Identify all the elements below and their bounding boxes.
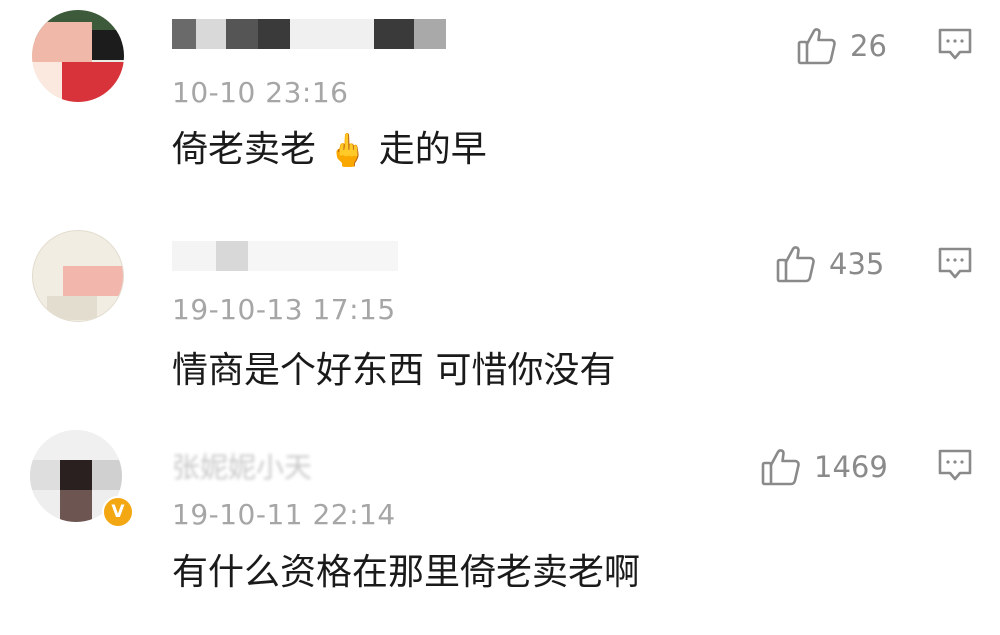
comment-item: V 张妮妮小天 19-10-11 22:14 有什么资格在那里倚老卖老啊 146… [0,415,1000,635]
username-mosaic [226,19,258,49]
comment-text-part: 倚老卖老 [172,129,317,170]
username-partial-text: 张妮妮小天 [172,451,313,484]
username-mosaic [248,241,398,271]
avatar-mosaic [30,430,122,460]
username-mosaic [172,19,196,49]
username-mosaic [216,241,248,271]
username-blurred[interactable]: 张妮妮小天 [172,448,312,488]
username-mosaic [196,19,226,49]
like-button[interactable]: 435 [775,242,884,286]
comment-item: 19-10-13 17:15 情商是个好东西 可惜你没有 435 [0,205,1000,415]
avatar-mosaic [60,460,92,490]
comment-bubble-icon[interactable] [937,244,973,284]
comment-text-part: 走的早 [378,129,487,170]
like-count: 435 [829,247,885,281]
comment-item: 10-10 23:16 倚老卖老 🖕 走的早 26 [0,0,1000,205]
comment-timestamp: 19-10-13 17:15 [172,293,396,326]
thumbs-up-icon [796,25,838,67]
username-mosaic [374,19,414,49]
like-button[interactable]: 26 [796,24,887,68]
comment-bubble-icon[interactable] [937,25,973,65]
avatar-mosaic [30,460,60,490]
comment-timestamp: 19-10-11 22:14 [172,498,396,531]
comment-list: 10-10 23:16 倚老卖老 🖕 走的早 26 19-10-13 17:15… [0,0,1000,635]
avatar-mosaic [60,490,92,522]
avatar-mosaic [62,62,124,102]
avatar-mosaic [63,266,123,296]
avatar-mosaic [47,296,97,320]
comment-text: 倚老卖老 🖕 走的早 [172,126,487,174]
username-blurred[interactable] [172,235,398,275]
avatar[interactable] [32,10,124,102]
verified-badge: V [102,496,134,528]
username-mosaic [258,19,290,49]
username-blurred[interactable] [172,13,446,53]
thumbs-up-icon [760,446,802,488]
avatar[interactable] [32,230,124,322]
username-mosaic [290,19,374,49]
username-mosaic [172,241,216,271]
avatar-mosaic [92,460,122,490]
like-count: 1469 [814,450,888,484]
like-button[interactable]: 1469 [760,445,888,489]
avatar-mosaic [92,30,124,60]
avatar-mosaic [32,62,62,102]
like-count: 26 [850,29,887,63]
comment-text: 情商是个好东西 可惜你没有 [172,350,616,391]
thumbs-up-icon [775,243,817,285]
username-mosaic [414,19,446,49]
avatar-mosaic [32,22,92,62]
comment-timestamp: 10-10 23:16 [172,76,349,109]
comment-bubble-icon[interactable] [937,446,973,486]
comment-text: 有什么资格在那里倚老卖老啊 [172,552,641,593]
middle-finger-emoji-icon: 🖕 [327,131,368,169]
